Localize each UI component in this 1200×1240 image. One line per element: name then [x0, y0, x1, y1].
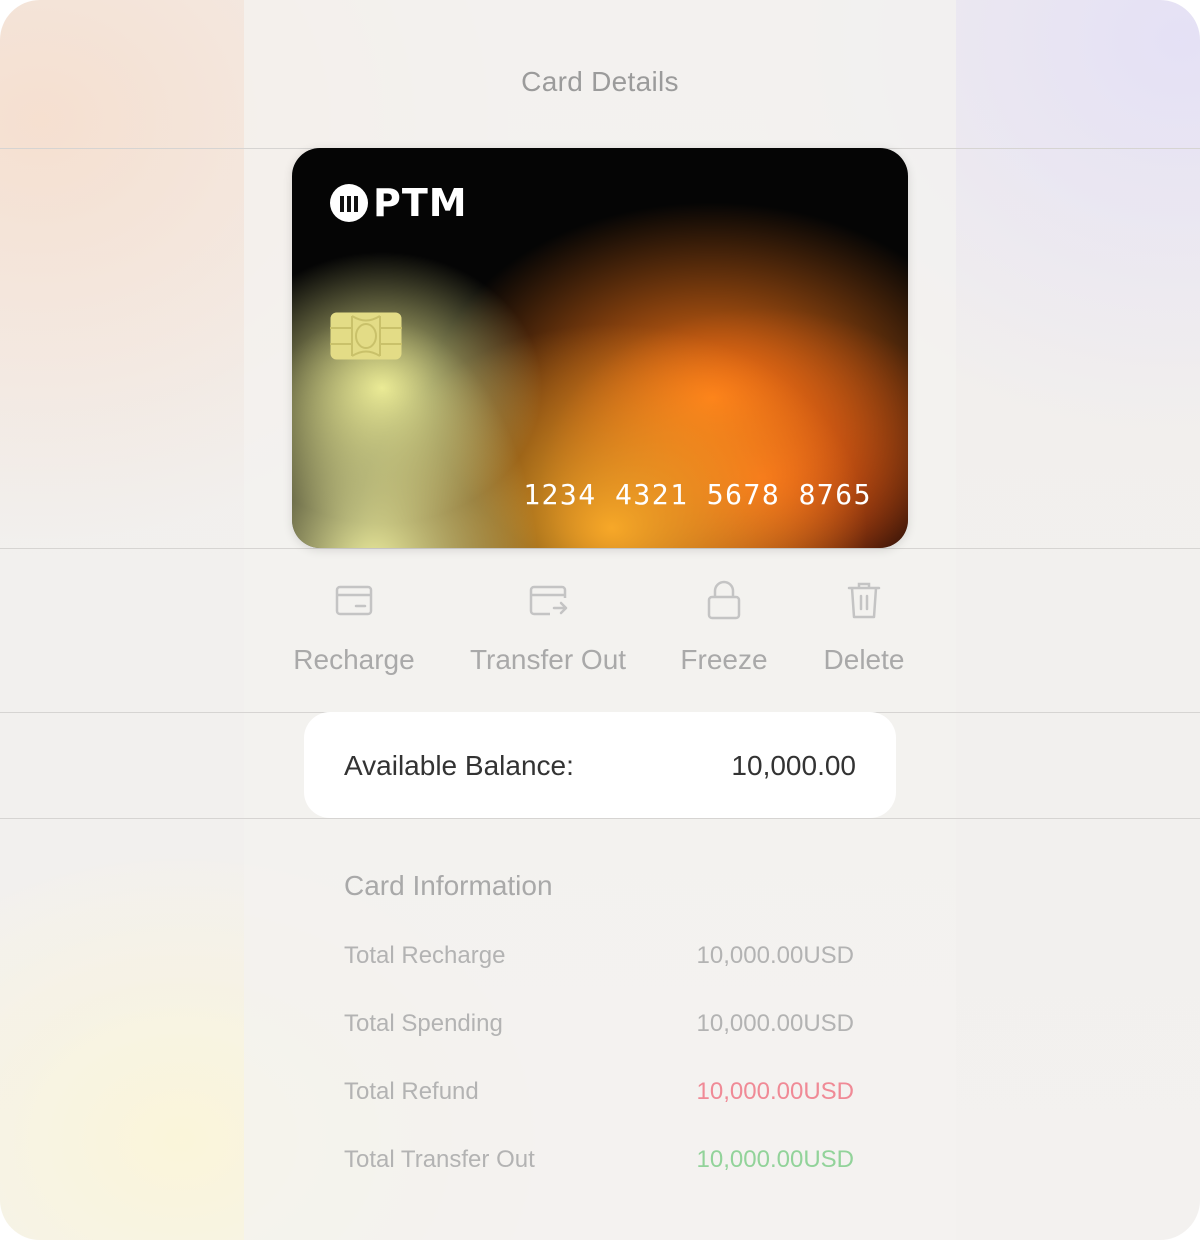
info-row-total-spending: Total Spending 10,000.00USD	[344, 1010, 854, 1044]
info-row-total-refund: Total Refund 10,000.00USD	[344, 1078, 854, 1112]
freeze-label: Freeze	[680, 644, 768, 675]
info-label: Total Spending	[344, 1010, 503, 1037]
card-brand-logo: PTM	[330, 184, 468, 222]
card-actions: Recharge Transfer Out Freeze Delete	[0, 578, 1200, 698]
delete-button[interactable]: Delete	[820, 578, 908, 676]
info-row-total-transfer-out: Total Transfer Out 10,000.00USD	[344, 1146, 854, 1180]
info-label: Total Recharge	[344, 942, 506, 969]
freeze-button[interactable]: Freeze	[680, 578, 768, 676]
bank-card[interactable]: PTM 1234 4321 5678 8765	[292, 148, 908, 548]
available-balance-panel: Available Balance: 10,000.00	[304, 712, 896, 818]
available-balance-label: Available Balance:	[344, 750, 574, 781]
wallet-icon	[335, 585, 373, 616]
card-brand-name: PTM	[373, 181, 468, 225]
info-label: Total Refund	[344, 1078, 479, 1105]
trash-icon	[847, 582, 881, 619]
info-value: 10,000.00USD	[696, 942, 854, 969]
card-chip-icon	[330, 312, 402, 360]
page-title: Card Details	[521, 66, 679, 97]
info-label: Total Transfer Out	[344, 1146, 535, 1173]
card-information-title: Card Information	[344, 870, 553, 901]
card-details-screen: Card Details PTM 1234 4321 5678 8765 Rec…	[0, 0, 1200, 1240]
recharge-label: Recharge	[293, 644, 415, 675]
info-row-total-recharge: Total Recharge 10,000.00USD	[344, 942, 854, 976]
lock-icon	[707, 580, 741, 620]
recharge-button[interactable]: Recharge	[293, 578, 415, 676]
card-number: 1234 4321 5678 8765	[523, 478, 872, 511]
available-balance-value: 10,000.00	[731, 750, 856, 781]
divider	[0, 818, 1200, 819]
divider	[0, 548, 1200, 549]
wallet-transfer-icon	[529, 585, 568, 616]
delete-label: Delete	[823, 644, 905, 675]
ptm-logo-icon	[330, 184, 368, 222]
info-value: 10,000.00USD	[696, 1078, 854, 1105]
transfer-out-button[interactable]: Transfer Out	[468, 578, 628, 676]
info-value: 10,000.00USD	[696, 1010, 854, 1037]
info-value: 10,000.00USD	[696, 1146, 854, 1173]
transfer-out-label: Transfer Out	[469, 644, 627, 675]
